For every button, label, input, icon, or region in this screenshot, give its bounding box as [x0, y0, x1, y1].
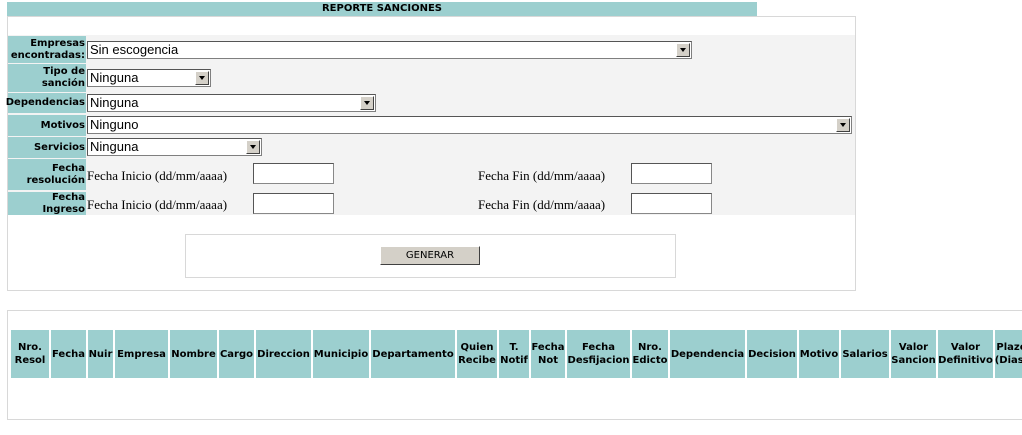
column-header: Fecha Desfijacion: [567, 330, 630, 378]
column-header: Nombre: [170, 330, 217, 378]
motivos-select-value: Ninguno: [90, 117, 139, 132]
column-header: Nro. Resol: [11, 330, 49, 378]
servicios-select-value: Ninguna: [90, 139, 139, 154]
column-header: Valor Definitivo: [938, 330, 993, 378]
column-header-text: Not: [537, 355, 558, 366]
column-header: T. Notif: [499, 330, 529, 378]
column-header: Direccion: [256, 330, 311, 378]
column-header-text: Dependencia: [670, 348, 745, 360]
tipo-sancion-select[interactable]: Ninguna: [87, 69, 211, 87]
column-header-text: Nro.: [638, 342, 662, 353]
column-header: Decision: [747, 330, 797, 378]
column-header-text: Decision: [748, 348, 796, 360]
chevron-down-icon[interactable]: [360, 96, 374, 110]
servicios-select[interactable]: Ninguna: [87, 138, 262, 156]
column-header-text: Fecha: [531, 342, 565, 353]
fecha-resolucion-fin-input[interactable]: [631, 163, 712, 184]
empresas-select[interactable]: Sin escogencia: [87, 41, 692, 59]
column-header: Fecha: [51, 330, 86, 378]
column-header-text: Fecha: [51, 348, 85, 360]
column-header: Motivo: [799, 330, 839, 378]
dependencias-select-value: Ninguna: [90, 95, 139, 110]
page-title: REPORTE SANCIONES: [7, 2, 757, 16]
fecha-ingreso-label: Fecha Ingreso: [8, 192, 86, 215]
column-header-text: Resol: [14, 355, 46, 366]
column-header-text: Direccion: [257, 348, 310, 360]
column-header: Departamento: [371, 330, 455, 378]
fecha-resolucion-fin-label: Fecha Fin (dd/mm/aaaa): [478, 168, 606, 183]
column-header-text: Sancion: [891, 355, 936, 366]
column-header-text: Nombre: [171, 348, 216, 360]
column-header: Fecha Not: [531, 330, 565, 378]
column-header-text: Valor: [950, 342, 981, 353]
column-header-text: Motivo: [799, 348, 839, 360]
fecha-ingreso-inicio-input[interactable]: [253, 193, 334, 214]
column-header-text: Recibe: [458, 355, 496, 366]
column-header-text: (Dias): [994, 355, 1022, 366]
column-header: Empresa: [115, 330, 168, 378]
column-header-text: Quien: [460, 342, 494, 353]
empresas-select-value: Sin escogencia: [90, 42, 179, 57]
column-header-text: Municipio: [313, 348, 369, 360]
motivos-select[interactable]: Ninguno: [87, 116, 852, 134]
column-header: Cargo: [219, 330, 254, 378]
column-header-text: T.: [509, 342, 519, 353]
column-header: Nuir: [88, 330, 113, 378]
empresas-label: Empresas encontradas:: [8, 36, 86, 63]
dependencias-label: Dependencias: [6, 93, 86, 113]
column-header: Salarios: [841, 330, 889, 378]
column-header: Municipio: [313, 330, 369, 378]
column-header-text: Notif: [500, 355, 528, 366]
fecha-ingreso-inicio-label: Fecha Inicio (dd/mm/aaaa): [87, 197, 228, 212]
chevron-down-icon[interactable]: [836, 118, 850, 132]
column-header-text: Salarios: [842, 348, 888, 360]
column-header-text: Definitivo: [938, 355, 993, 366]
fecha-ingreso-fin-input[interactable]: [631, 193, 712, 214]
tipo-sancion-select-value: Ninguna: [90, 70, 139, 85]
servicios-label: Servicios: [8, 137, 86, 158]
column-header: Quien Recibe: [457, 330, 497, 378]
column-header-text: Desfijacion: [567, 355, 630, 366]
fecha-resolucion-label: Fecha resolución: [8, 159, 86, 190]
chevron-down-icon[interactable]: [195, 71, 209, 85]
results-table-header: Nro. Resol Fecha Nuir Empresa Nombre Cargo Dire…: [11, 330, 1022, 378]
tipo-sancion-label: Tipo de sanción: [8, 64, 86, 92]
column-header: Dependencia: [670, 330, 745, 378]
column-header: Nro. Edicto: [632, 330, 668, 378]
column-header-text: Nro.: [18, 342, 42, 353]
column-header-text: Cargo: [219, 348, 254, 360]
column-header-text: Valor: [898, 342, 929, 353]
motivos-label: Motivos: [8, 115, 86, 136]
column-header: Valor Sancion: [891, 330, 936, 378]
column-header-text: Plazo: [996, 342, 1022, 353]
fecha-resolucion-inicio-input[interactable]: [253, 163, 334, 184]
generar-button[interactable]: GENERAR: [380, 246, 480, 265]
chevron-down-icon[interactable]: [676, 43, 690, 57]
chevron-down-icon[interactable]: [246, 140, 260, 154]
column-header-text: Empresa: [117, 348, 166, 360]
column-header-text: Fecha: [581, 342, 615, 353]
dependencias-select[interactable]: Ninguna: [87, 94, 376, 112]
column-header-text: Edicto: [632, 355, 668, 366]
fecha-ingreso-fin-label: Fecha Fin (dd/mm/aaaa): [478, 197, 606, 212]
column-header: Plazo (Dias): [995, 330, 1022, 378]
column-header-text: Departamento: [372, 348, 454, 360]
column-header-text: Nuir: [88, 348, 113, 360]
fecha-resolucion-inicio-label: Fecha Inicio (dd/mm/aaaa): [87, 168, 228, 183]
